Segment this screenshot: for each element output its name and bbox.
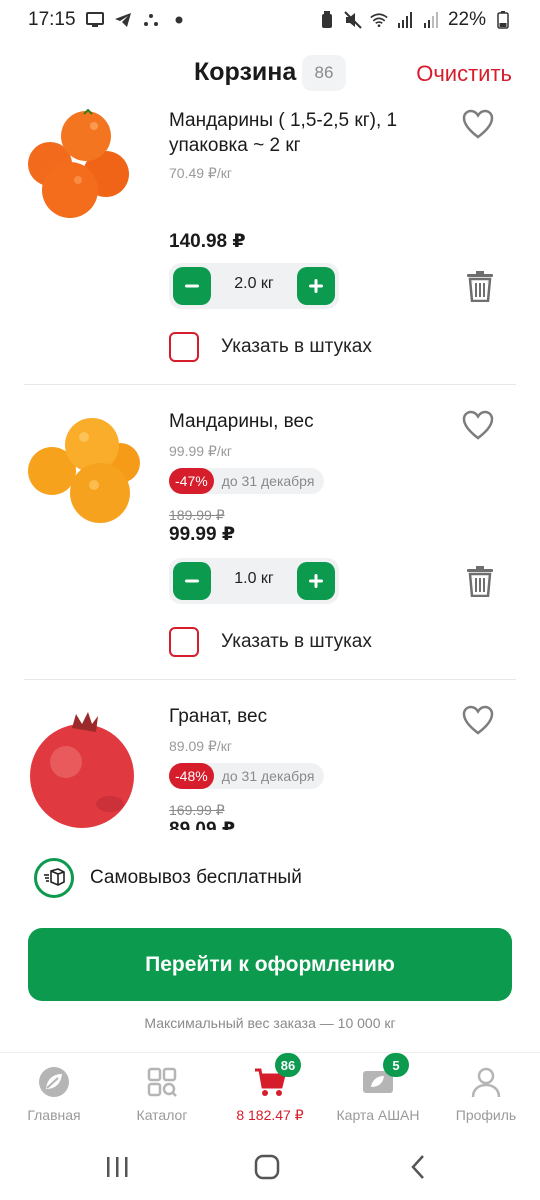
pieces-checkbox[interactable] xyxy=(169,627,199,657)
decrease-quantity-button[interactable] xyxy=(173,267,211,305)
max-weight-note: Максимальный вес заказа — 10 000 кг xyxy=(144,1015,396,1031)
quantity-value: 2.0 кг xyxy=(234,275,274,292)
system-navigation-bar xyxy=(0,1138,540,1200)
profile-icon xyxy=(469,1065,503,1099)
favorite-heart-icon[interactable] xyxy=(461,108,495,142)
dot-icon xyxy=(170,11,188,29)
nav-label: Главная xyxy=(27,1107,81,1123)
screen-cast-icon xyxy=(85,11,104,29)
nav-loyalty-card[interactable]: 5 Карта АШАН xyxy=(324,1053,432,1123)
loyalty-badge: 5 xyxy=(383,1053,409,1077)
dots-icon xyxy=(142,11,160,29)
loyalty-card-icon: 5 xyxy=(361,1053,409,1099)
quantity-value: 1.0 кг xyxy=(234,570,274,587)
product-name[interactable]: Гранат, вес xyxy=(169,704,439,729)
cart-header: Корзина 86 Очистить xyxy=(0,48,540,104)
pieces-option[interactable]: Указать в штуках xyxy=(169,330,372,364)
trash-icon[interactable] xyxy=(465,270,495,303)
promo-badge: -48% до 31 декабря xyxy=(169,763,325,789)
checkout-button[interactable]: Перейти к оформлению xyxy=(28,928,512,1001)
nav-label: Карта АШАН xyxy=(336,1107,420,1123)
nav-label: Профиль xyxy=(455,1107,517,1123)
status-time: 17:15 xyxy=(28,9,76,30)
cart-item: Гранат, вес 89.09 ₽/кг -48% до 31 декабр… xyxy=(0,690,540,830)
pieces-label: Указать в штуках xyxy=(221,336,372,357)
increase-quantity-button[interactable] xyxy=(297,267,335,305)
pomegranate-image[interactable] xyxy=(24,704,148,828)
discount-percent: -48% xyxy=(169,763,214,789)
status-bar: 17:15 22% xyxy=(0,0,540,40)
tangerines-image[interactable] xyxy=(24,409,148,533)
nav-cart[interactable]: 86 8 182.47 ₽ xyxy=(216,1053,324,1124)
nav-label: Каталог xyxy=(136,1107,188,1123)
bottom-navigation: Главная Каталог 86 8 182.47 ₽ 5 Карта АШ… xyxy=(0,1052,540,1134)
battery-percent: 22% xyxy=(447,9,486,30)
cart-items-list: Мандарины ( 1,5-2,5 кг), 1 упаковка ~ 2 … xyxy=(0,100,540,830)
pieces-checkbox[interactable] xyxy=(169,332,199,362)
recent-apps-icon[interactable] xyxy=(102,1152,132,1182)
quantity-stepper: 1.0 кг xyxy=(169,558,339,604)
delivery-box-icon xyxy=(34,858,74,898)
divider xyxy=(24,384,516,385)
mute-icon xyxy=(344,11,362,29)
unit-price: 99.99 ₽/кг xyxy=(169,443,232,459)
alarm-icon xyxy=(318,11,336,29)
catalog-icon xyxy=(145,1065,179,1099)
decrease-quantity-button[interactable] xyxy=(173,562,211,600)
home-leaf-icon xyxy=(37,1065,71,1099)
telegram-icon xyxy=(114,11,132,29)
promo-until: до 31 декабря xyxy=(221,768,315,784)
item-price: 89.09 ₽ xyxy=(169,819,236,830)
unit-price: 70.49 ₽/кг xyxy=(169,165,232,181)
pieces-option[interactable]: Указать в штуках xyxy=(169,625,372,659)
pickup-info: Самовывоз бесплатный xyxy=(34,858,302,898)
old-price: 189.99 ₽ xyxy=(169,507,225,523)
cart-item: Мандарины ( 1,5-2,5 кг), 1 упаковка ~ 2 … xyxy=(0,100,540,385)
page-title: Корзина xyxy=(194,58,297,86)
cart-badge: 86 xyxy=(275,1053,301,1077)
promo-until: до 31 декабря xyxy=(221,473,315,489)
quantity-stepper: 2.0 кг xyxy=(169,263,339,309)
product-name[interactable]: Мандарины, вес xyxy=(169,409,439,434)
home-icon[interactable] xyxy=(252,1152,282,1182)
pieces-label: Указать в штуках xyxy=(221,631,372,652)
favorite-heart-icon[interactable] xyxy=(461,409,495,443)
signal-icon xyxy=(396,11,414,29)
cart-total-label: 8 182.47 ₽ xyxy=(236,1107,304,1123)
item-price: 99.99 ₽ xyxy=(169,524,236,545)
cart-item: Мандарины, вес 99.99 ₽/кг -47% до 31 дек… xyxy=(0,395,540,680)
wifi-icon xyxy=(370,11,388,29)
nav-home[interactable]: Главная xyxy=(0,1065,108,1123)
trash-icon[interactable] xyxy=(465,565,495,598)
favorite-heart-icon[interactable] xyxy=(461,704,495,738)
unit-price: 89.09 ₽/кг xyxy=(169,738,232,754)
old-price: 169.99 ₽ xyxy=(169,802,225,818)
clear-cart-button[interactable]: Очистить xyxy=(416,61,512,87)
tangerines-pack-image[interactable] xyxy=(24,108,148,232)
product-name[interactable]: Мандарины ( 1,5-2,5 кг), 1 упаковка ~ 2 … xyxy=(169,108,439,158)
divider xyxy=(24,679,516,680)
battery-icon xyxy=(494,11,512,29)
discount-percent: -47% xyxy=(169,468,214,494)
cart-count-badge: 86 xyxy=(302,55,346,91)
cart-icon: 86 xyxy=(253,1053,301,1099)
promo-badge: -47% до 31 декабря xyxy=(169,468,325,494)
signal-icon xyxy=(422,11,440,29)
nav-catalog[interactable]: Каталог xyxy=(108,1065,216,1123)
item-price: 140.98 ₽ xyxy=(169,231,246,252)
pickup-label: Самовывоз бесплатный xyxy=(90,867,302,888)
back-icon[interactable] xyxy=(404,1152,434,1182)
nav-profile[interactable]: Профиль xyxy=(432,1065,540,1123)
increase-quantity-button[interactable] xyxy=(297,562,335,600)
